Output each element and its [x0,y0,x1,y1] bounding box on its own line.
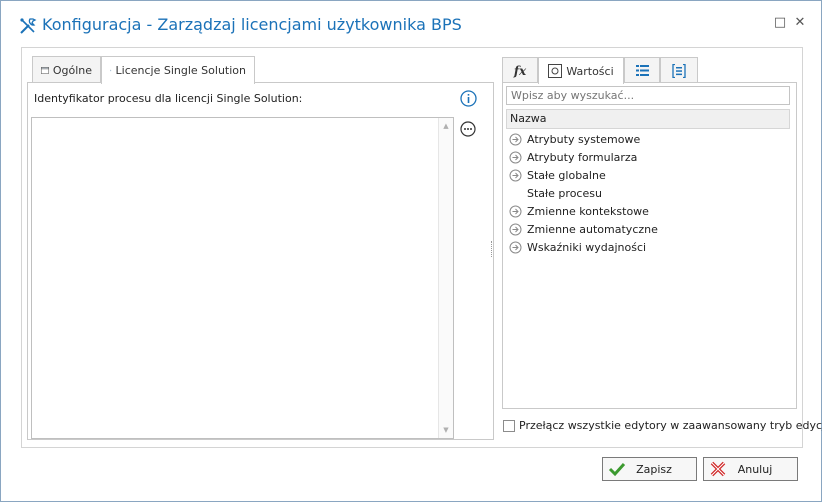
tab-general[interactable]: Ogólne [32,56,101,83]
window-icon [41,66,49,74]
dialog-window: Konfiguracja - Zarządzaj licencjami użyt… [0,0,822,502]
cancel-button-label: Anuluj [737,462,773,476]
advanced-mode-toggle[interactable]: Przełącz wszystkie edytory w zaawansowan… [503,419,822,432]
list-item[interactable]: Stałe procesu [506,184,790,202]
title-bar: Konfiguracja - Zarządzaj licencjami użyt… [1,1,821,47]
tab-values[interactable]: Wartości [538,57,624,84]
tab-general-label: Ogólne [52,63,92,77]
tab-functions[interactable]: fx [502,57,538,83]
more-options-button[interactable] [460,121,476,137]
cancel-button[interactable]: Anuluj [703,457,798,481]
cancel-x-icon [710,461,726,477]
user-license-icon [110,69,112,72]
list-item-label: Zmienne kontekstowe [527,204,649,218]
list-header-name[interactable]: Nazwa [506,109,790,129]
window-title: Konfiguracja - Zarządzaj licencjami użyt… [42,15,462,34]
advanced-mode-label: Przełącz wszystkie edytory w zaawansowan… [519,419,822,432]
tab-single-solution-label: Licencje Single Solution [115,64,246,77]
maximize-button[interactable]: □ [773,16,787,30]
list-item[interactable]: Atrybuty formularza [506,148,790,166]
close-button[interactable]: ✕ [793,16,807,30]
values-icon [548,64,563,78]
tab-list[interactable] [624,57,660,83]
process-id-input[interactable]: ▲ ▼ [31,117,454,439]
tools-icon [20,18,37,34]
list-item-label: Stałe procesu [527,186,602,200]
tab-single-solution[interactable]: Licencje Single Solution [101,56,255,84]
arrow-right-circle-icon [509,223,522,235]
scroll-down-icon[interactable]: ▼ [442,426,450,434]
list-item-label: Atrybuty formularza [527,150,638,164]
list-item-label: Atrybuty systemowe [527,132,641,146]
list-item-label: Stałe globalne [527,168,606,182]
list-item[interactable]: Stałe globalne [506,166,790,184]
list-item[interactable]: Atrybuty systemowe [506,130,790,148]
process-id-label: Identyfikator procesu dla licencji Singl… [34,92,303,105]
checkmark-icon [608,462,626,477]
tab-form[interactable] [660,57,698,83]
arrow-right-circle-icon [509,169,522,181]
list-item[interactable]: Wskaźniki wydajności [506,238,790,256]
advanced-mode-checkbox[interactable] [503,419,515,432]
list-item[interactable]: Zmienne automatyczne [506,220,790,238]
tab-values-label: Wartości [566,64,614,78]
list-item-label: Zmienne automatyczne [527,222,658,236]
list-item-label: Wskaźniki wydajności [527,240,647,254]
panel-splitter[interactable] [491,241,493,257]
list-item[interactable]: Zmienne kontekstowe [506,202,790,220]
scroll-up-icon[interactable]: ▲ [442,122,450,130]
values-list: Nazwa Atrybuty systemowe Atrybuty formul… [506,109,790,407]
save-button-label: Zapisz [636,462,672,476]
arrow-right-circle-icon [509,133,522,145]
arrow-right-circle-icon [509,205,522,217]
arrow-right-circle-icon [509,151,522,163]
list-icon [635,65,649,76]
form-icon [672,63,686,78]
vertical-scrollbar[interactable]: ▲ ▼ [438,118,453,438]
info-icon[interactable] [460,90,477,107]
search-input[interactable] [506,86,790,105]
save-button[interactable]: Zapisz [602,457,697,481]
arrow-right-circle-icon [509,241,522,253]
function-icon: fx [513,63,527,78]
